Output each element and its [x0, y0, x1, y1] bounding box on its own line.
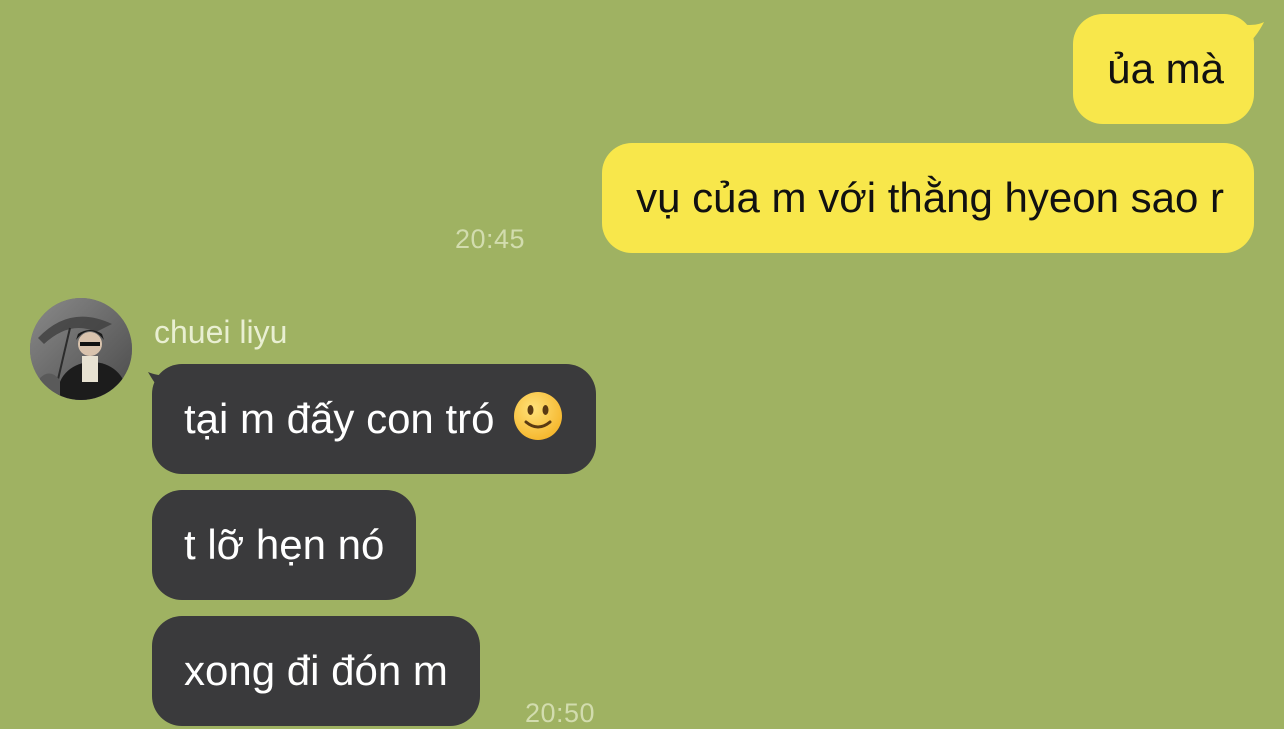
message-text: tại m đấy con tró — [184, 395, 495, 442]
message-text: vụ của m với thằng hyeon sao r — [636, 174, 1224, 221]
message-bubble-outgoing[interactable]: vụ của m với thằng hyeon sao r — [602, 143, 1254, 253]
message-text: t lỡ hẹn nó — [184, 521, 385, 568]
user-avatar-photo — [30, 298, 132, 400]
avatar[interactable] — [30, 298, 132, 400]
message-timestamp: 20:45 — [455, 224, 526, 254]
message-bubble-outgoing[interactable]: ủa mà — [1073, 14, 1254, 124]
message-bubble-incoming[interactable]: xong đi đón m — [152, 616, 480, 726]
message-timestamp: 20:50 — [525, 698, 596, 728]
message-text: ủa mà — [1107, 45, 1224, 92]
message-text: xong đi đón m — [184, 647, 448, 694]
sender-name: chuei liyu — [154, 314, 288, 350]
message-bubble-incoming[interactable]: tại m đấy con tró — [152, 364, 597, 474]
message-bubble-incoming[interactable]: t lỡ hẹn nó — [152, 490, 417, 600]
slightly-smiling-face-icon — [512, 390, 564, 449]
